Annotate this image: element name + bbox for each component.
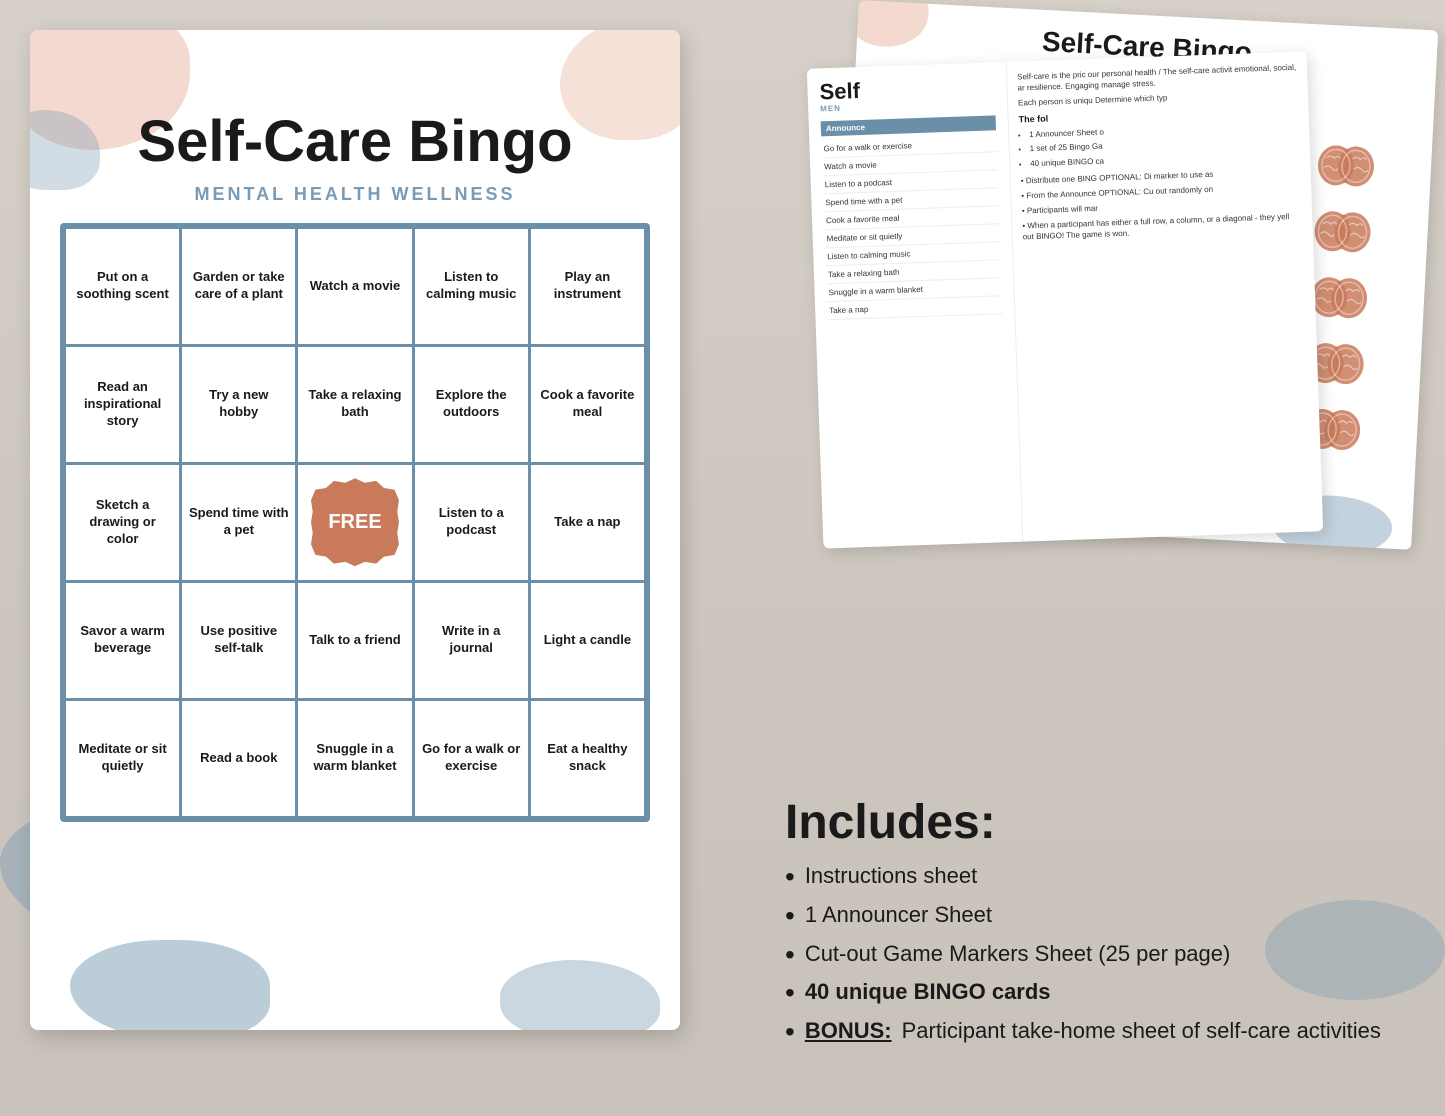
bingo-cell-24[interactable]: Eat a healthy snack [531, 701, 644, 816]
bingo-cell-17[interactable]: Talk to a friend [298, 583, 411, 698]
bingo-cell-1[interactable]: Garden or take care of a plant [182, 229, 295, 344]
includes-title: Includes: [785, 795, 1405, 850]
mid-bullets-list: 1 Announcer Sheet o1 set of 25 Bingo Ga4… [1019, 120, 1300, 169]
includes-list-item-3: 40 unique BINGO cards [785, 978, 1405, 1009]
bingo-cell-6[interactable]: Try a new hobby [182, 347, 295, 462]
mid-instruction-item: • When a participant has either a full r… [1022, 211, 1303, 243]
bingo-cell-22[interactable]: Snuggle in a warm blanket [298, 701, 411, 816]
main-title: Self-Care Bingo [60, 110, 650, 174]
right-card-mid: Self MEN Announce Go for a walk or exerc… [807, 51, 1323, 548]
includes-list: Instructions sheet 1 Announcer Sheet Cut-o… [785, 862, 1405, 1048]
bingo-cell-3[interactable]: Listen to calming music [415, 229, 528, 344]
bingo-cell-16[interactable]: Use positive self-talk [182, 583, 295, 698]
bingo-cell-12[interactable]: FREE [298, 465, 411, 580]
bingo-cell-10[interactable]: Sketch a drawing or color [66, 465, 179, 580]
bingo-cell-14[interactable]: Take a nap [531, 465, 644, 580]
bingo-grid: Put on a soothing scentGarden or take ca… [66, 229, 644, 816]
bingo-cell-11[interactable]: Spend time with a pet [182, 465, 295, 580]
bonus-label: BONUS: [805, 1017, 892, 1046]
bingo-cell-9[interactable]: Cook a favorite meal [531, 347, 644, 462]
left-bingo-card: Self-Care Bingo MENTAL HEALTH WELLNESS P… [30, 30, 680, 1030]
decor-blob-4 [500, 960, 660, 1030]
includes-list-item-4: BONUS: Participant take-home sheet of se… [785, 1017, 1405, 1048]
mid-card-right-panel: Self-care is the pric our personal healt… [1007, 51, 1324, 541]
announce-header: Announce [821, 115, 996, 136]
bingo-cell-5[interactable]: Read an inspirational story [66, 347, 179, 462]
includes-section: Includes: Instructions sheet 1 Announcer … [785, 795, 1405, 1056]
bingo-cell-15[interactable]: Savor a warm beverage [66, 583, 179, 698]
bingo-cell-23[interactable]: Go for a walk or exercise [415, 701, 528, 816]
bingo-cell-0[interactable]: Put on a soothing scent [66, 229, 179, 344]
bingo-cell-13[interactable]: Listen to a podcast [415, 465, 528, 580]
bold-item-label: 40 unique BINGO cards [805, 978, 1051, 1007]
bingo-cell-18[interactable]: Write in a journal [415, 583, 528, 698]
bingo-cell-8[interactable]: Explore the outdoors [415, 347, 528, 462]
includes-list-item-0: Instructions sheet [785, 862, 1405, 893]
mid-instructions-list: • Distribute one BING OPTIONAL: Di marke… [1021, 165, 1303, 243]
announce-rows: Go for a walk or exerciseWatch a movieLi… [821, 134, 1002, 320]
brain-marker-4 [1309, 134, 1382, 198]
bingo-cell-21[interactable]: Read a book [182, 701, 295, 816]
bingo-cell-2[interactable]: Watch a movie [298, 229, 411, 344]
mid-card-inner: Self MEN Announce Go for a walk or exerc… [807, 51, 1323, 548]
bingo-cell-4[interactable]: Play an instrument [531, 229, 644, 344]
includes-list-item-2: Cut-out Game Markers Sheet (25 per page) [785, 940, 1405, 971]
bingo-cell-19[interactable]: Light a candle [531, 583, 644, 698]
decor-blob-3 [70, 940, 270, 1030]
bingo-grid-container: Put on a soothing scentGarden or take ca… [60, 223, 650, 822]
mid-card-left-panel: Self MEN Announce Go for a walk or exerc… [807, 62, 1024, 549]
free-stamp: FREE [311, 478, 399, 566]
bingo-cell-7[interactable]: Take a relaxing bath [298, 347, 411, 462]
bingo-cell-20[interactable]: Meditate or sit quietly [66, 701, 179, 816]
main-subtitle: MENTAL HEALTH WELLNESS [60, 184, 650, 205]
brain-marker-9 [1306, 200, 1379, 264]
includes-list-item-1: 1 Announcer Sheet [785, 901, 1405, 932]
